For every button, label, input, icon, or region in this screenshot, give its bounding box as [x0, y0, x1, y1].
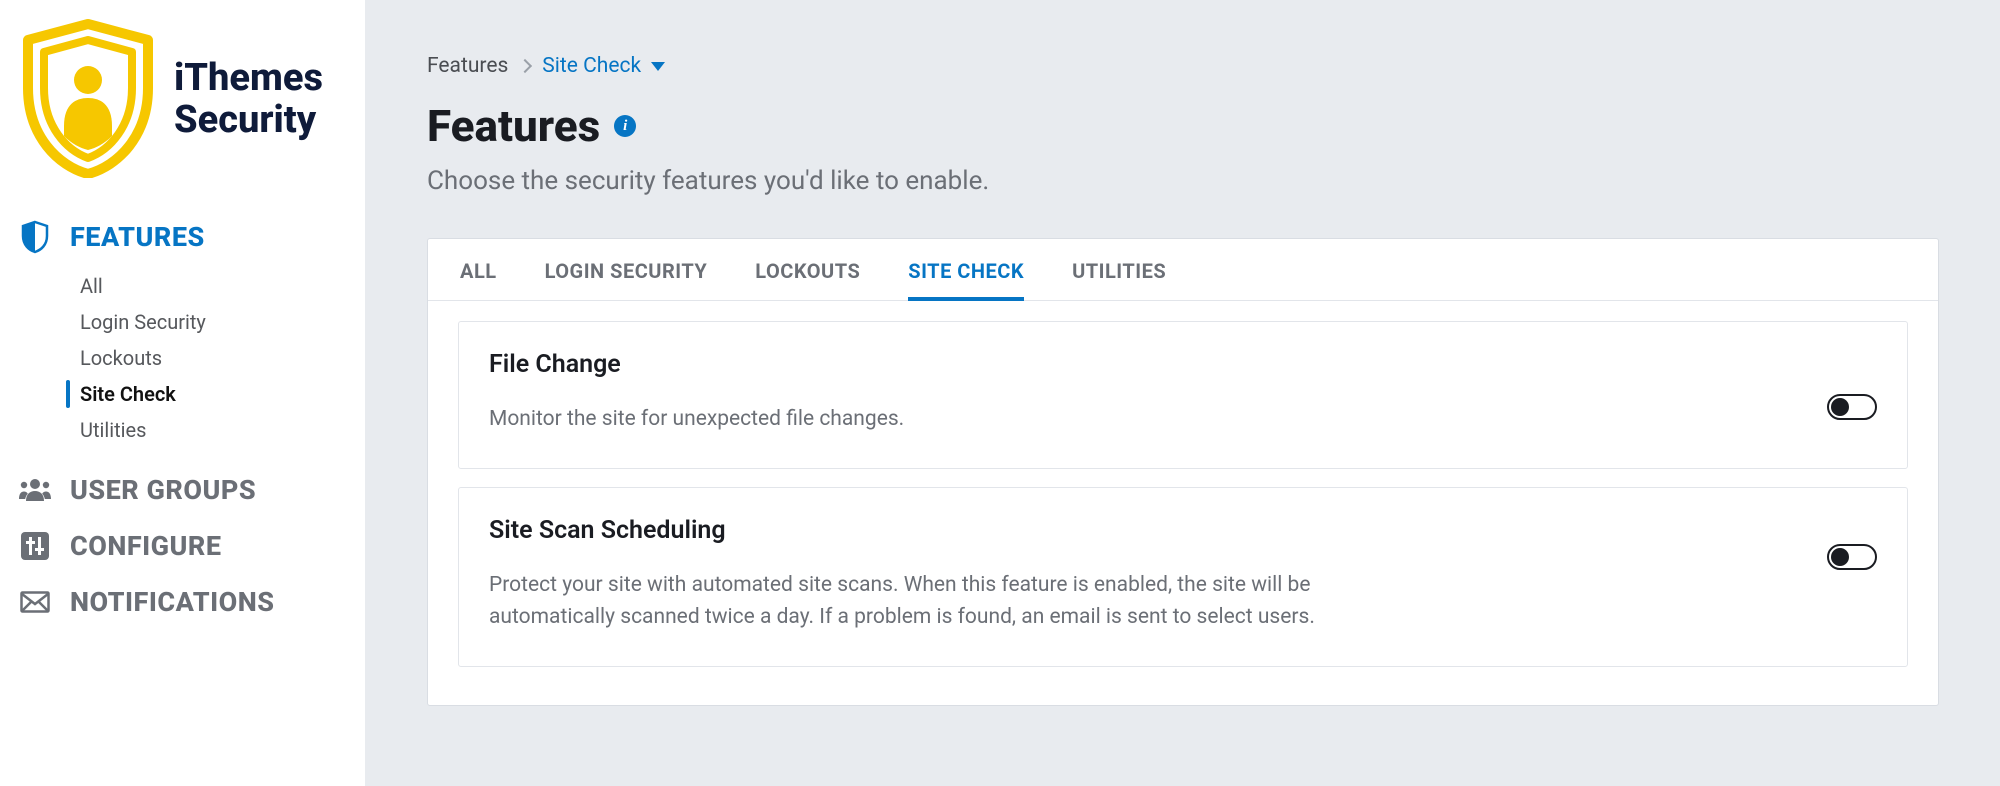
card-description: Monitor the site for unexpected file cha…	[489, 403, 1429, 436]
brand-logo: iThemes Security	[18, 12, 347, 208]
toggle-knob	[1831, 548, 1849, 566]
info-icon[interactable]: i	[614, 115, 636, 137]
card-file-change: File Change Monitor the site for unexpec…	[458, 321, 1908, 469]
tab-lockouts[interactable]: LOCKOUTS	[755, 239, 860, 300]
breadcrumb-root[interactable]: Features	[427, 54, 508, 78]
breadcrumb: Features Site Check	[427, 54, 1968, 78]
tab-bar: ALL LOGIN SECURITY LOCKOUTS SITE CHECK U…	[428, 239, 1938, 301]
page-header: Features i	[427, 100, 1968, 152]
sidebar-item-lockouts[interactable]: Lockouts	[80, 340, 347, 376]
tab-all[interactable]: ALL	[460, 239, 497, 300]
nav-section-notifications[interactable]: NOTIFICATIONS	[18, 574, 347, 630]
users-icon	[18, 476, 52, 504]
main-content: Features Site Check Features i Choose th…	[365, 0, 2000, 786]
breadcrumb-current[interactable]: Site Check	[542, 54, 665, 78]
nav-section-label: NOTIFICATIONS	[70, 586, 275, 618]
features-panel: ALL LOGIN SECURITY LOCKOUTS SITE CHECK U…	[427, 238, 1939, 706]
page-title: Features	[427, 100, 600, 152]
toggle-file-change[interactable]	[1827, 394, 1877, 420]
shield-icon	[18, 220, 52, 254]
sidebar: iThemes Security FEATURES All Login Secu…	[0, 0, 365, 786]
feature-cards: File Change Monitor the site for unexpec…	[428, 301, 1938, 705]
nav-section-configure[interactable]: CONFIGURE	[18, 518, 347, 574]
card-site-scan-scheduling: Site Scan Scheduling Protect your site w…	[458, 487, 1908, 667]
sidebar-item-all[interactable]: All	[80, 268, 347, 304]
shield-logo-icon	[18, 18, 158, 182]
tab-login-security[interactable]: LOGIN SECURITY	[545, 239, 708, 300]
features-sublist: All Login Security Lockouts Site Check U…	[18, 268, 347, 448]
sidebar-item-site-check[interactable]: Site Check	[80, 376, 347, 412]
nav-section-label: CONFIGURE	[70, 530, 222, 562]
card-description: Protect your site with automated site sc…	[489, 569, 1429, 634]
brand-name: iThemes Security	[174, 58, 323, 142]
sidebar-item-login-security[interactable]: Login Security	[80, 304, 347, 340]
sidebar-item-utilities[interactable]: Utilities	[80, 412, 347, 448]
tab-site-check[interactable]: SITE CHECK	[908, 239, 1024, 301]
nav-section-features[interactable]: FEATURES	[18, 208, 347, 266]
card-title: File Change	[489, 350, 1803, 379]
sliders-icon	[18, 532, 52, 560]
nav-section-label: USER GROUPS	[70, 474, 256, 506]
brand-line1: iThemes	[174, 58, 323, 100]
card-title: Site Scan Scheduling	[489, 516, 1803, 545]
toggle-site-scan-scheduling[interactable]	[1827, 544, 1877, 570]
tab-utilities[interactable]: UTILITIES	[1072, 239, 1166, 300]
page-subtitle: Choose the security features you'd like …	[427, 166, 1968, 196]
caret-down-icon	[651, 62, 665, 71]
brand-line2: Security	[174, 100, 323, 142]
toggle-knob	[1831, 398, 1849, 416]
breadcrumb-current-label: Site Check	[542, 54, 641, 78]
card-body: File Change Monitor the site for unexpec…	[489, 350, 1803, 436]
chevron-right-icon	[518, 59, 532, 73]
nav-section-user-groups[interactable]: USER GROUPS	[18, 462, 347, 518]
card-body: Site Scan Scheduling Protect your site w…	[489, 516, 1803, 634]
envelope-icon	[18, 591, 52, 613]
nav-section-label: FEATURES	[70, 221, 205, 253]
